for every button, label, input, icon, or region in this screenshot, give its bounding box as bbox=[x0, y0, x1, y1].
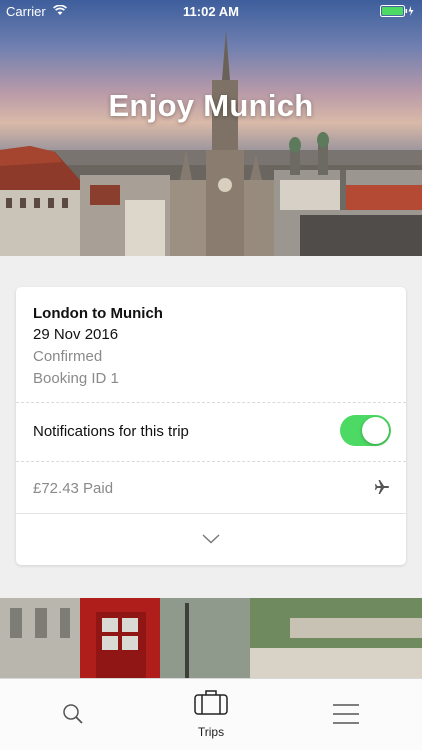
plane-icon bbox=[374, 479, 390, 500]
menu-icon bbox=[333, 704, 359, 729]
status-bar: Carrier 11:02 AM bbox=[0, 0, 422, 22]
trip-summary: London to Munich 29 Nov 2016 Confirmed B… bbox=[33, 303, 163, 390]
tab-bar: Trips bbox=[0, 678, 422, 750]
tab-trips[interactable]: Trips bbox=[141, 679, 281, 750]
search-icon bbox=[62, 703, 84, 730]
next-trip-image[interactable] bbox=[0, 598, 422, 678]
clock: 11:02 AM bbox=[183, 4, 239, 19]
page-title: Enjoy Munich bbox=[108, 88, 314, 123]
trip-card[interactable]: London to Munich 29 Nov 2016 Confirmed B… bbox=[16, 287, 406, 565]
battery-icon bbox=[380, 5, 416, 20]
notifications-label: Notifications for this trip bbox=[33, 423, 189, 440]
chevron-down-icon[interactable] bbox=[202, 531, 220, 549]
munich-skyline bbox=[0, 30, 422, 256]
divider bbox=[16, 461, 406, 462]
divider bbox=[16, 402, 406, 403]
tab-trips-label: Trips bbox=[197, 725, 225, 739]
trip-status: Confirmed bbox=[33, 348, 103, 365]
tab-search[interactable] bbox=[4, 679, 144, 750]
divider bbox=[16, 513, 406, 514]
price-paid: £72.43 Paid bbox=[33, 480, 114, 497]
trip-route: London to Munich bbox=[33, 305, 163, 322]
hero-image: Enjoy Munich bbox=[0, 0, 422, 256]
booking-id: Booking ID 1 bbox=[33, 370, 119, 387]
notifications-toggle[interactable] bbox=[340, 415, 391, 446]
trip-date: 29 Nov 2016 bbox=[33, 326, 119, 343]
tab-menu[interactable] bbox=[277, 679, 417, 750]
toggle-knob bbox=[362, 417, 389, 444]
suitcase-icon bbox=[194, 689, 228, 720]
